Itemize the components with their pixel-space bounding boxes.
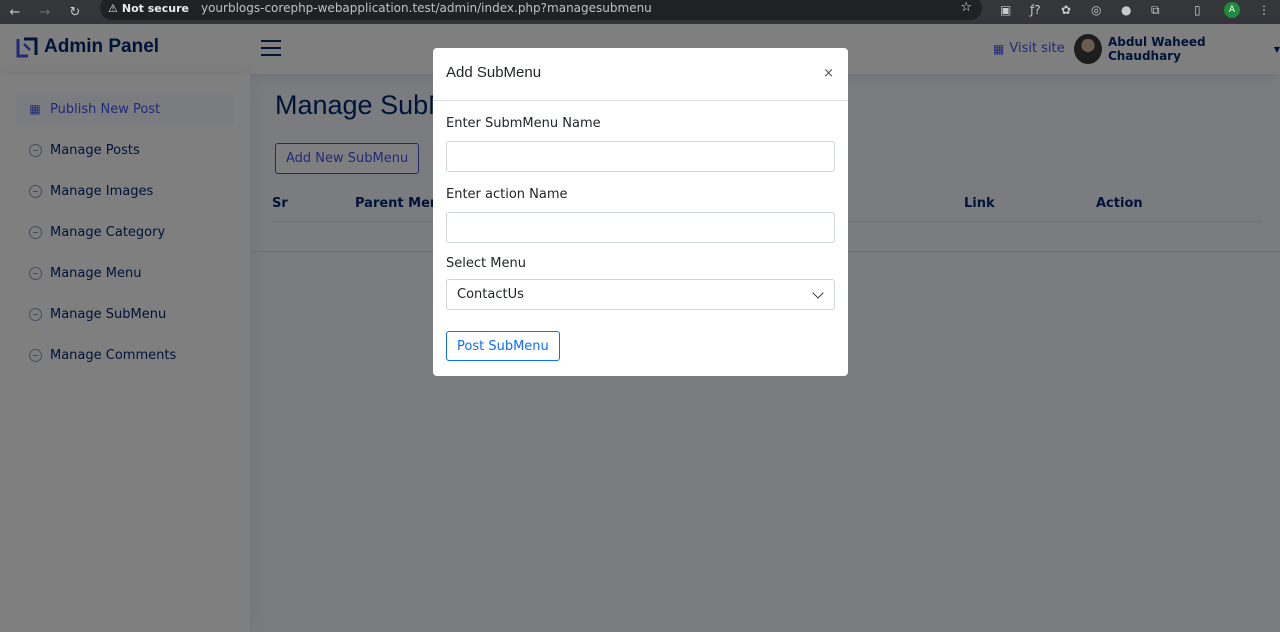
close-icon[interactable]: × <box>823 66 834 81</box>
forward-icon[interactable]: → <box>30 0 60 24</box>
select-menu-label: Select Menu <box>446 256 526 271</box>
image-extension-icon[interactable]: ▣ <box>1000 0 1011 20</box>
reload-icon[interactable]: ↻ <box>60 0 90 24</box>
spy-extension-icon[interactable]: ◎ <box>1091 0 1101 20</box>
pokeball-extension-icon[interactable]: ● <box>1121 0 1131 20</box>
action-name-input[interactable] <box>446 212 835 243</box>
extensions-puzzle-icon[interactable]: ⧉ <box>1151 0 1160 20</box>
profile-avatar[interactable]: A <box>1224 0 1240 20</box>
chevron-down-icon <box>812 287 824 299</box>
not-secure-label: Not secure <box>121 1 189 15</box>
side-panel-icon[interactable]: ▯ <box>1194 0 1201 20</box>
profile-initial: A <box>1224 2 1240 18</box>
font-extension-icon[interactable]: ƒ? <box>1030 0 1041 20</box>
modal-header: Add SubMenu × <box>433 48 848 101</box>
submenu-name-label: Enter SubmMenu Name <box>446 116 601 131</box>
submenu-name-input[interactable] <box>446 141 835 172</box>
modal-title: Add SubMenu <box>446 64 542 81</box>
browser-menu-icon[interactable]: ⋮ <box>1258 0 1270 20</box>
post-submenu-button[interactable]: Post SubMenu <box>446 331 560 361</box>
url-text: yourblogs-corephp-webapplication.test/ad… <box>200 1 652 15</box>
add-submenu-modal: Add SubMenu × Enter SubmMenu Name Enter … <box>433 48 848 376</box>
bookmark-star-icon[interactable]: ☆ <box>960 0 972 15</box>
color-extension-icon[interactable]: ✿ <box>1061 0 1071 20</box>
back-icon[interactable]: ← <box>0 0 30 24</box>
action-name-label: Enter action Name <box>446 187 568 202</box>
menu-select-value: ContactUs <box>457 287 524 302</box>
browser-toolbar: ← → ↻ ⚠ Not secure yourblogs-corephp-web… <box>0 0 1280 24</box>
address-bar[interactable]: ⚠ Not secure yourblogs-corephp-webapplic… <box>100 0 982 20</box>
menu-select[interactable]: ContactUs <box>446 279 835 310</box>
warning-icon: ⚠ <box>108 1 118 15</box>
